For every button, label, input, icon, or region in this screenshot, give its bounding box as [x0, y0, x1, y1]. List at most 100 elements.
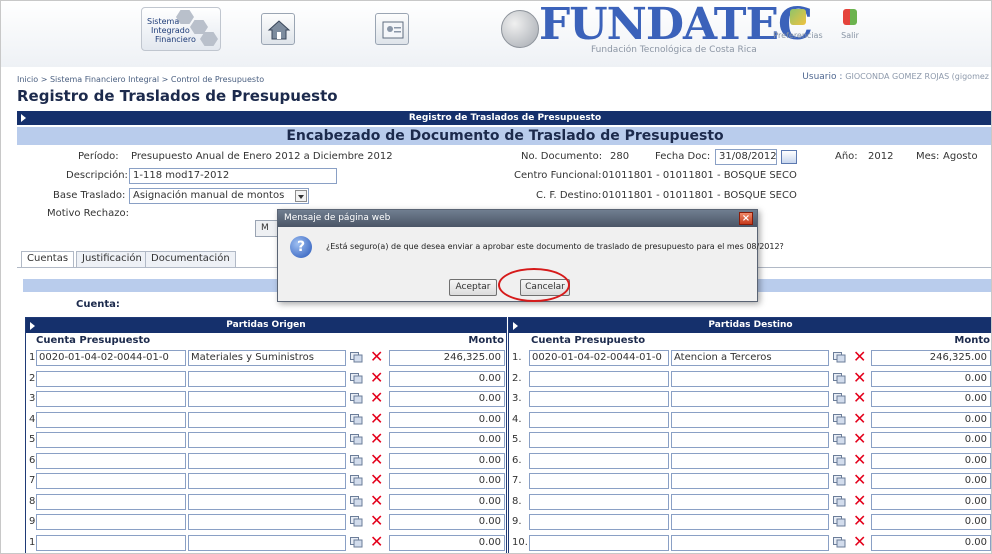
cuenta-input[interactable] — [36, 370, 186, 387]
descripcion-input[interactable] — [671, 473, 829, 489]
cuenta-input[interactable]: 0020-01-04-02-0044-01-0 — [36, 350, 186, 366]
cuenta-input[interactable] — [36, 391, 186, 407]
descripcion-input[interactable] — [671, 432, 829, 448]
delete-icon[interactable]: ✕ — [370, 513, 383, 529]
descripcion-input[interactable] — [188, 432, 346, 448]
descripcion-input[interactable] — [188, 370, 346, 387]
cuenta-input[interactable] — [529, 391, 669, 407]
accept-button[interactable]: Aceptar — [449, 279, 497, 296]
descripcion-input[interactable]: Atencion a Terceros — [671, 350, 829, 366]
search-account-icon[interactable] — [833, 516, 846, 527]
cuenta-input[interactable] — [36, 411, 186, 428]
tab-justificacion[interactable]: Justificación — [76, 251, 148, 267]
cuenta-input[interactable] — [36, 493, 186, 510]
descripcion-input[interactable] — [188, 493, 346, 510]
search-account-icon[interactable] — [350, 475, 363, 486]
descripcion-input[interactable] — [671, 493, 829, 510]
cuenta-input[interactable] — [529, 411, 669, 428]
sif-home-button[interactable]: Sistema Integrado Financiero — [141, 7, 221, 51]
cuenta-input[interactable] — [529, 493, 669, 510]
search-account-icon[interactable] — [350, 372, 363, 384]
descripcion-input[interactable] — [671, 452, 829, 469]
delete-icon[interactable]: ✕ — [853, 410, 866, 427]
cuenta-input[interactable] — [529, 432, 669, 448]
delete-icon[interactable]: ✕ — [853, 431, 866, 447]
delete-icon[interactable]: ✕ — [370, 349, 383, 365]
delete-icon[interactable]: ✕ — [853, 369, 866, 386]
descripcion-input[interactable] — [188, 473, 346, 489]
fecha-doc-input[interactable]: 31/08/2012 — [715, 149, 777, 165]
monto-input[interactable]: 0.00 — [389, 370, 505, 387]
delete-icon[interactable]: ✕ — [853, 390, 866, 406]
search-account-icon[interactable] — [833, 413, 846, 425]
delete-icon[interactable]: ✕ — [853, 349, 866, 365]
delete-icon[interactable]: ✕ — [853, 533, 866, 550]
cuenta-input[interactable] — [36, 452, 186, 469]
tab-cuentas[interactable]: Cuentas — [21, 251, 75, 267]
cuenta-input[interactable] — [529, 473, 669, 489]
cuenta-input[interactable] — [36, 514, 186, 530]
search-account-icon[interactable] — [350, 495, 363, 507]
preferences-button[interactable]: Preferencias — [773, 9, 823, 40]
cuenta-input[interactable] — [36, 534, 186, 551]
descripcion-input[interactable] — [188, 514, 346, 530]
base-traslado-select[interactable]: Asignación manual de montos — [129, 188, 309, 204]
descripcion-input[interactable] — [671, 411, 829, 428]
delete-icon[interactable]: ✕ — [370, 390, 383, 406]
monto-input[interactable]: 246,325.00 — [389, 350, 505, 366]
search-account-icon[interactable] — [350, 536, 363, 548]
tab-documentacion[interactable]: Documentación — [145, 251, 236, 267]
monto-input[interactable]: 0.00 — [389, 493, 505, 510]
monto-input[interactable]: 0.00 — [871, 473, 991, 489]
search-account-icon[interactable] — [350, 454, 363, 466]
monto-input[interactable]: 0.00 — [389, 514, 505, 530]
monto-input[interactable]: 0.00 — [871, 493, 991, 510]
descripcion-input[interactable] — [671, 534, 829, 551]
contact-button[interactable] — [375, 13, 409, 45]
monto-input[interactable]: 0.00 — [871, 411, 991, 428]
search-account-icon[interactable] — [350, 434, 363, 445]
delete-icon[interactable]: ✕ — [370, 492, 383, 509]
delete-icon[interactable]: ✕ — [370, 451, 383, 468]
search-account-icon[interactable] — [350, 413, 363, 425]
search-account-icon[interactable] — [833, 475, 846, 486]
cuenta-input[interactable] — [36, 473, 186, 489]
search-account-icon[interactable] — [833, 352, 846, 363]
delete-icon[interactable]: ✕ — [370, 369, 383, 386]
monto-input[interactable]: 0.00 — [389, 391, 505, 407]
cuenta-input[interactable] — [529, 452, 669, 469]
monto-input[interactable]: 0.00 — [389, 452, 505, 469]
delete-icon[interactable]: ✕ — [853, 451, 866, 468]
cuenta-input[interactable] — [36, 432, 186, 448]
exit-button[interactable]: Salir — [825, 9, 875, 40]
descripcion-input[interactable] — [671, 370, 829, 387]
monto-input[interactable]: 0.00 — [871, 452, 991, 469]
monto-input[interactable]: 0.00 — [871, 514, 991, 530]
descripcion-input[interactable] — [188, 411, 346, 428]
search-account-icon[interactable] — [833, 393, 846, 404]
cuenta-input[interactable] — [529, 514, 669, 530]
delete-icon[interactable]: ✕ — [853, 472, 866, 488]
monto-input[interactable]: 0.00 — [871, 534, 991, 551]
breadcrumb[interactable]: Inicio > Sistema Financiero Integral > C… — [17, 75, 264, 84]
monto-input[interactable]: 0.00 — [389, 534, 505, 551]
descripcion-input[interactable]: Materiales y Suministros — [188, 350, 346, 366]
monto-input[interactable]: 0.00 — [389, 432, 505, 448]
search-account-icon[interactable] — [833, 372, 846, 384]
descripcion-input[interactable] — [188, 534, 346, 551]
descripcion-input[interactable] — [188, 391, 346, 407]
delete-icon[interactable]: ✕ — [370, 533, 383, 550]
monto-input[interactable]: 0.00 — [871, 432, 991, 448]
descripcion-input[interactable]: 1-118 mod17-2012 — [129, 168, 337, 184]
search-account-icon[interactable] — [350, 393, 363, 404]
descripcion-input[interactable] — [188, 452, 346, 469]
delete-icon[interactable]: ✕ — [853, 513, 866, 529]
monto-input[interactable]: 0.00 — [871, 391, 991, 407]
close-icon[interactable]: × — [739, 212, 753, 225]
delete-icon[interactable]: ✕ — [370, 410, 383, 427]
monto-input[interactable]: 0.00 — [871, 370, 991, 387]
descripcion-input[interactable] — [671, 391, 829, 407]
monto-input[interactable]: 246,325.00 — [871, 350, 991, 366]
calendar-icon[interactable] — [781, 150, 797, 164]
search-account-icon[interactable] — [350, 352, 363, 363]
